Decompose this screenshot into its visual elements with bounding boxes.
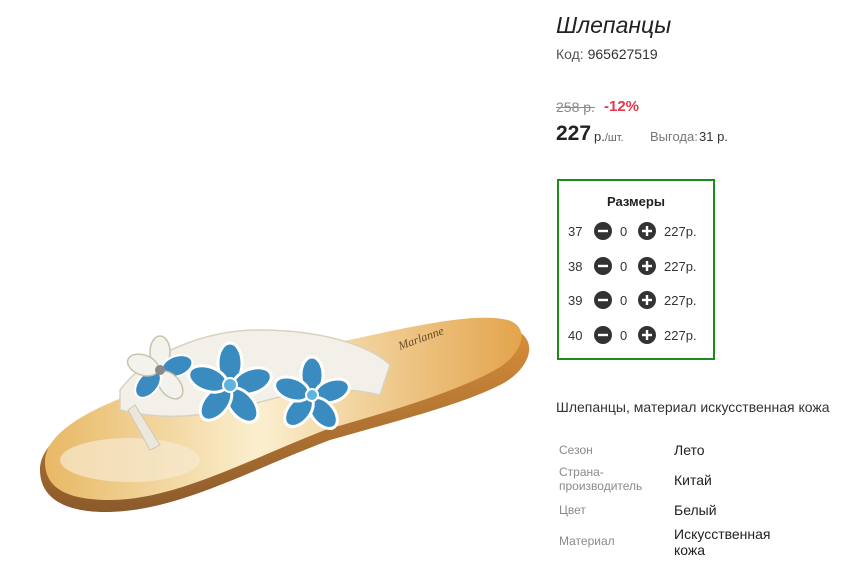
product-title: Шлепанцы bbox=[556, 12, 672, 38]
minus-circle-icon[interactable] bbox=[594, 326, 612, 344]
size-value: 37 bbox=[568, 224, 583, 239]
current-price: 227 bbox=[556, 122, 592, 145]
size-value: 38 bbox=[568, 259, 583, 274]
size-price: 227р. bbox=[664, 293, 697, 308]
benefit-label: Выгода: bbox=[650, 129, 698, 144]
quantity-value: 0 bbox=[620, 259, 628, 274]
plus-circle-icon[interactable] bbox=[638, 257, 656, 275]
sizes-title: Размеры bbox=[607, 194, 665, 209]
property-value: Лето bbox=[674, 442, 705, 458]
price-per-unit: /шт. bbox=[604, 132, 624, 144]
plus-circle-icon[interactable] bbox=[638, 326, 656, 344]
minus-circle-icon[interactable] bbox=[594, 222, 612, 240]
size-value: 39 bbox=[568, 293, 583, 308]
size-price: 227р. bbox=[664, 259, 697, 274]
property-value: Китай bbox=[674, 472, 712, 488]
benefit-value: 31 р. bbox=[699, 129, 728, 144]
product-code-label: Код: bbox=[556, 46, 584, 62]
property-label: Материал bbox=[559, 534, 615, 548]
property-label: Сезон bbox=[559, 443, 593, 457]
property-label: Цвет bbox=[559, 503, 586, 517]
property-label: Страна- производитель bbox=[559, 465, 643, 493]
plus-circle-icon[interactable] bbox=[638, 291, 656, 309]
size-row: 37 0 227р. bbox=[559, 222, 713, 242]
price-currency: р. bbox=[594, 129, 605, 144]
size-row: 40 0 227р. bbox=[559, 326, 713, 346]
quantity-value: 0 bbox=[620, 328, 628, 343]
property-value: Белый bbox=[674, 502, 717, 518]
discount-badge: -12% bbox=[604, 98, 640, 115]
old-price: 258 р. bbox=[556, 99, 595, 115]
property-value: Искусственная кожа bbox=[674, 526, 771, 558]
minus-circle-icon[interactable] bbox=[594, 257, 612, 275]
plus-circle-icon[interactable] bbox=[638, 222, 656, 240]
product-code: Код: 965627519 bbox=[556, 46, 658, 62]
product-description: Шлепанцы, материал искусственная кожа bbox=[556, 399, 830, 415]
size-row: 38 0 227р. bbox=[559, 257, 713, 277]
quantity-value: 0 bbox=[620, 224, 628, 239]
size-value: 40 bbox=[568, 328, 583, 343]
quantity-value: 0 bbox=[620, 293, 628, 308]
minus-circle-icon[interactable] bbox=[594, 291, 612, 309]
sizes-panel: Размеры 37 0 227р. 38 0 227р. 39 0 227р. bbox=[557, 179, 715, 360]
product-image[interactable]: Marlanne bbox=[0, 0, 545, 580]
sandal-illustration: Marlanne bbox=[40, 317, 530, 513]
size-price: 227р. bbox=[664, 224, 697, 239]
price-unit: р./шт. bbox=[594, 129, 624, 144]
product-code-value: 965627519 bbox=[587, 46, 658, 62]
size-price: 227р. bbox=[664, 328, 697, 343]
size-row: 39 0 227р. bbox=[559, 291, 713, 311]
